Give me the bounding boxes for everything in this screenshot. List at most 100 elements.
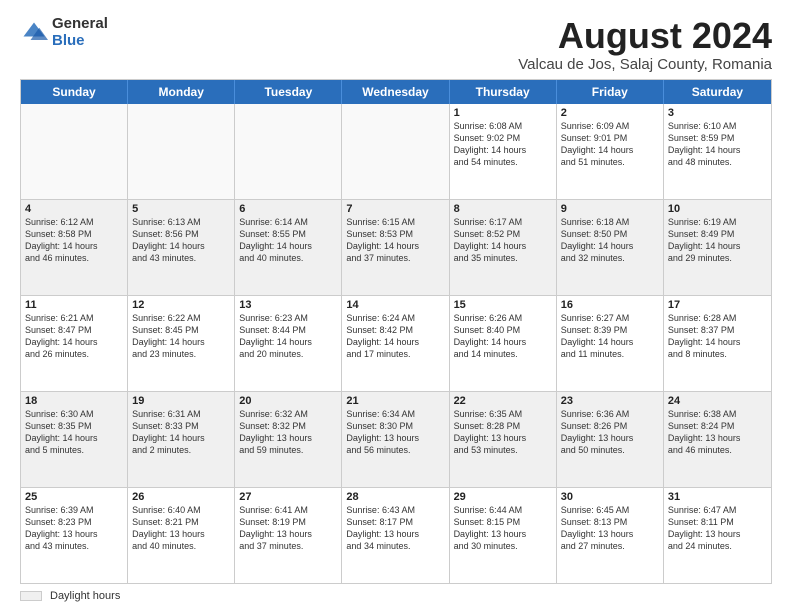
day-info: Sunrise: 6:23 AM Sunset: 8:44 PM Dayligh…	[239, 312, 337, 361]
calendar-header-cell: Monday	[128, 80, 235, 104]
day-number: 1	[454, 107, 552, 119]
calendar-cell	[21, 104, 128, 199]
calendar-header: SundayMondayTuesdayWednesdayThursdayFrid…	[21, 80, 771, 104]
day-number: 5	[132, 203, 230, 215]
day-info: Sunrise: 6:09 AM Sunset: 9:01 PM Dayligh…	[561, 120, 659, 169]
calendar-header-cell: Friday	[557, 80, 664, 104]
calendar-header-cell: Thursday	[450, 80, 557, 104]
logo-icon	[20, 19, 48, 47]
day-info: Sunrise: 6:10 AM Sunset: 8:59 PM Dayligh…	[668, 120, 767, 169]
day-info: Sunrise: 6:24 AM Sunset: 8:42 PM Dayligh…	[346, 312, 444, 361]
calendar-cell: 9Sunrise: 6:18 AM Sunset: 8:50 PM Daylig…	[557, 200, 664, 295]
day-number: 11	[25, 299, 123, 311]
day-number: 17	[668, 299, 767, 311]
day-number: 19	[132, 395, 230, 407]
day-info: Sunrise: 6:19 AM Sunset: 8:49 PM Dayligh…	[668, 216, 767, 265]
calendar-header-cell: Wednesday	[342, 80, 449, 104]
day-number: 27	[239, 491, 337, 503]
day-info: Sunrise: 6:15 AM Sunset: 8:53 PM Dayligh…	[346, 216, 444, 265]
legend-label: Daylight hours	[50, 590, 120, 602]
calendar-cell: 13Sunrise: 6:23 AM Sunset: 8:44 PM Dayli…	[235, 296, 342, 391]
day-info: Sunrise: 6:28 AM Sunset: 8:37 PM Dayligh…	[668, 312, 767, 361]
calendar-row: 25Sunrise: 6:39 AM Sunset: 8:23 PM Dayli…	[21, 487, 771, 583]
calendar-cell: 4Sunrise: 6:12 AM Sunset: 8:58 PM Daylig…	[21, 200, 128, 295]
day-info: Sunrise: 6:35 AM Sunset: 8:28 PM Dayligh…	[454, 408, 552, 457]
calendar-cell: 21Sunrise: 6:34 AM Sunset: 8:30 PM Dayli…	[342, 392, 449, 487]
calendar-header-cell: Sunday	[21, 80, 128, 104]
logo: General Blue	[20, 16, 108, 49]
day-info: Sunrise: 6:44 AM Sunset: 8:15 PM Dayligh…	[454, 504, 552, 553]
calendar-cell: 17Sunrise: 6:28 AM Sunset: 8:37 PM Dayli…	[664, 296, 771, 391]
day-number: 4	[25, 203, 123, 215]
day-number: 18	[25, 395, 123, 407]
calendar-cell: 31Sunrise: 6:47 AM Sunset: 8:11 PM Dayli…	[664, 488, 771, 583]
calendar-cell: 5Sunrise: 6:13 AM Sunset: 8:56 PM Daylig…	[128, 200, 235, 295]
day-number: 31	[668, 491, 767, 503]
calendar: SundayMondayTuesdayWednesdayThursdayFrid…	[20, 79, 772, 584]
day-info: Sunrise: 6:26 AM Sunset: 8:40 PM Dayligh…	[454, 312, 552, 361]
day-number: 12	[132, 299, 230, 311]
subtitle: Valcau de Jos, Salaj County, Romania	[518, 56, 772, 73]
calendar-cell: 26Sunrise: 6:40 AM Sunset: 8:21 PM Dayli…	[128, 488, 235, 583]
calendar-cell: 20Sunrise: 6:32 AM Sunset: 8:32 PM Dayli…	[235, 392, 342, 487]
day-number: 22	[454, 395, 552, 407]
day-info: Sunrise: 6:12 AM Sunset: 8:58 PM Dayligh…	[25, 216, 123, 265]
day-info: Sunrise: 6:34 AM Sunset: 8:30 PM Dayligh…	[346, 408, 444, 457]
day-info: Sunrise: 6:31 AM Sunset: 8:33 PM Dayligh…	[132, 408, 230, 457]
calendar-cell: 12Sunrise: 6:22 AM Sunset: 8:45 PM Dayli…	[128, 296, 235, 391]
calendar-cell: 19Sunrise: 6:31 AM Sunset: 8:33 PM Dayli…	[128, 392, 235, 487]
calendar-cell: 29Sunrise: 6:44 AM Sunset: 8:15 PM Dayli…	[450, 488, 557, 583]
calendar-cell: 27Sunrise: 6:41 AM Sunset: 8:19 PM Dayli…	[235, 488, 342, 583]
calendar-cell	[342, 104, 449, 199]
day-info: Sunrise: 6:14 AM Sunset: 8:55 PM Dayligh…	[239, 216, 337, 265]
day-info: Sunrise: 6:36 AM Sunset: 8:26 PM Dayligh…	[561, 408, 659, 457]
calendar-cell: 30Sunrise: 6:45 AM Sunset: 8:13 PM Dayli…	[557, 488, 664, 583]
day-number: 8	[454, 203, 552, 215]
calendar-cell: 6Sunrise: 6:14 AM Sunset: 8:55 PM Daylig…	[235, 200, 342, 295]
calendar-cell: 28Sunrise: 6:43 AM Sunset: 8:17 PM Dayli…	[342, 488, 449, 583]
day-number: 21	[346, 395, 444, 407]
calendar-row: 4Sunrise: 6:12 AM Sunset: 8:58 PM Daylig…	[21, 199, 771, 295]
day-info: Sunrise: 6:32 AM Sunset: 8:32 PM Dayligh…	[239, 408, 337, 457]
day-number: 7	[346, 203, 444, 215]
calendar-cell: 24Sunrise: 6:38 AM Sunset: 8:24 PM Dayli…	[664, 392, 771, 487]
calendar-cell: 2Sunrise: 6:09 AM Sunset: 9:01 PM Daylig…	[557, 104, 664, 199]
day-number: 26	[132, 491, 230, 503]
day-info: Sunrise: 6:38 AM Sunset: 8:24 PM Dayligh…	[668, 408, 767, 457]
header: General Blue August 2024 Valcau de Jos, …	[20, 16, 772, 73]
title-area: August 2024 Valcau de Jos, Salaj County,…	[518, 16, 772, 73]
day-number: 25	[25, 491, 123, 503]
legend-box	[20, 591, 42, 601]
logo-blue: Blue	[52, 33, 108, 50]
footer: Daylight hours	[20, 590, 772, 602]
day-number: 15	[454, 299, 552, 311]
main-title: August 2024	[518, 16, 772, 56]
day-number: 3	[668, 107, 767, 119]
calendar-cell: 3Sunrise: 6:10 AM Sunset: 8:59 PM Daylig…	[664, 104, 771, 199]
calendar-cell: 22Sunrise: 6:35 AM Sunset: 8:28 PM Dayli…	[450, 392, 557, 487]
day-info: Sunrise: 6:13 AM Sunset: 8:56 PM Dayligh…	[132, 216, 230, 265]
day-info: Sunrise: 6:22 AM Sunset: 8:45 PM Dayligh…	[132, 312, 230, 361]
calendar-row: 11Sunrise: 6:21 AM Sunset: 8:47 PM Dayli…	[21, 295, 771, 391]
day-number: 24	[668, 395, 767, 407]
day-number: 9	[561, 203, 659, 215]
calendar-cell: 11Sunrise: 6:21 AM Sunset: 8:47 PM Dayli…	[21, 296, 128, 391]
day-number: 13	[239, 299, 337, 311]
calendar-cell: 14Sunrise: 6:24 AM Sunset: 8:42 PM Dayli…	[342, 296, 449, 391]
day-number: 28	[346, 491, 444, 503]
calendar-cell: 1Sunrise: 6:08 AM Sunset: 9:02 PM Daylig…	[450, 104, 557, 199]
calendar-cell: 15Sunrise: 6:26 AM Sunset: 8:40 PM Dayli…	[450, 296, 557, 391]
logo-general: General	[52, 16, 108, 33]
page: General Blue August 2024 Valcau de Jos, …	[0, 0, 792, 612]
calendar-cell	[128, 104, 235, 199]
calendar-row: 1Sunrise: 6:08 AM Sunset: 9:02 PM Daylig…	[21, 104, 771, 199]
calendar-cell: 16Sunrise: 6:27 AM Sunset: 8:39 PM Dayli…	[557, 296, 664, 391]
calendar-cell: 25Sunrise: 6:39 AM Sunset: 8:23 PM Dayli…	[21, 488, 128, 583]
day-number: 30	[561, 491, 659, 503]
day-info: Sunrise: 6:27 AM Sunset: 8:39 PM Dayligh…	[561, 312, 659, 361]
calendar-cell: 7Sunrise: 6:15 AM Sunset: 8:53 PM Daylig…	[342, 200, 449, 295]
day-number: 10	[668, 203, 767, 215]
day-info: Sunrise: 6:47 AM Sunset: 8:11 PM Dayligh…	[668, 504, 767, 553]
calendar-cell: 23Sunrise: 6:36 AM Sunset: 8:26 PM Dayli…	[557, 392, 664, 487]
calendar-cell: 10Sunrise: 6:19 AM Sunset: 8:49 PM Dayli…	[664, 200, 771, 295]
